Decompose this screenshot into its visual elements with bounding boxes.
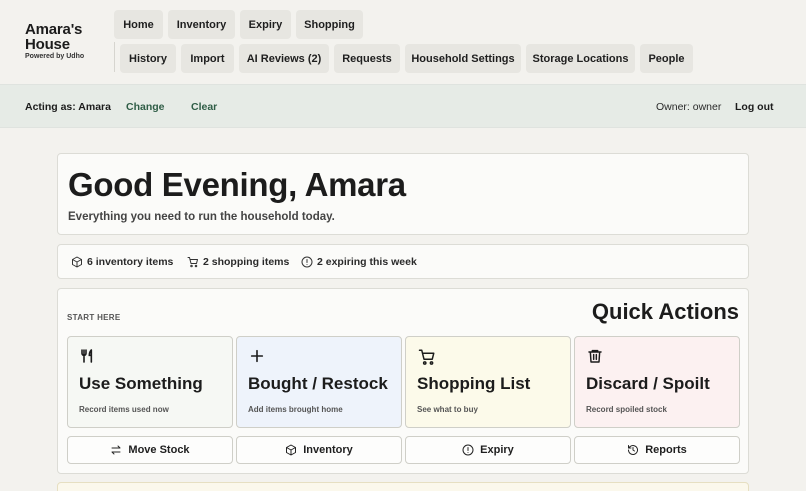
move-stock-label: Move Stock <box>128 444 190 456</box>
stat-expiring[interactable]: 2 expiring this week <box>301 256 417 268</box>
use-something-subtitle: Record items used now <box>79 405 169 414</box>
stat-expiring-text: 2 expiring this week <box>317 256 417 268</box>
shopping-list-tile[interactable]: Shopping List See what to buy <box>405 336 571 428</box>
acting-as-label: Acting as: Amara <box>25 101 111 113</box>
expiry-button-label: Expiry <box>480 444 514 456</box>
utensils-icon <box>81 349 93 363</box>
expiry-button[interactable]: Expiry <box>405 436 571 464</box>
inventory-button-label: Inventory <box>303 444 353 456</box>
cart-icon <box>418 349 435 365</box>
quick-actions-card: START HERE Quick Actions Use Something R… <box>57 288 749 474</box>
brand-logo[interactable]: Amara's House Powered by Udho <box>25 22 111 60</box>
alert-circle-icon <box>301 256 313 268</box>
discard-spoilt-tile[interactable]: Discard / Spoilt Record spoiled stock <box>574 336 740 428</box>
nav-storage-locations[interactable]: Storage Locations <box>526 44 635 73</box>
greeting-subtitle: Everything you need to run the household… <box>68 211 335 223</box>
brand-divider <box>114 42 115 72</box>
owner-label: Owner: owner <box>656 101 722 113</box>
greeting-title: Good Evening, Amara <box>68 166 406 203</box>
nav-home[interactable]: Home <box>114 10 163 39</box>
box-icon <box>286 444 297 456</box>
nav-requests[interactable]: Requests <box>334 44 400 73</box>
quick-actions-title: Quick Actions <box>591 299 739 324</box>
change-link[interactable]: Change <box>126 101 165 113</box>
acting-as-bar: Acting as: Amara Change Clear Owner: own… <box>0 84 806 128</box>
trash-icon <box>588 349 602 363</box>
discard-spoilt-title: Discard / Spoilt <box>586 374 710 393</box>
greeting-card: Good Evening, Amara Everything you need … <box>57 153 749 235</box>
history-icon <box>628 445 639 455</box>
bought-restock-tile[interactable]: Bought / Restock Add items brought home <box>236 336 402 428</box>
start-here-label: START HERE <box>67 313 121 322</box>
nav-import[interactable]: Import <box>181 44 234 73</box>
inventory-button[interactable]: Inventory <box>236 436 402 464</box>
shopping-list-title: Shopping List <box>417 374 531 393</box>
nav-inventory[interactable]: Inventory <box>168 10 235 39</box>
clear-link[interactable]: Clear <box>191 101 217 113</box>
plus-icon <box>250 349 264 363</box>
stat-shopping[interactable]: 2 shopping items <box>187 256 289 268</box>
use-something-tile[interactable]: Use Something Record items used now <box>67 336 233 428</box>
nav-expiry[interactable]: Expiry <box>240 10 291 39</box>
nav-shopping[interactable]: Shopping <box>296 10 363 39</box>
brand-powered-by: Powered by Udho <box>25 53 85 60</box>
brand-name-line2: House <box>25 36 70 53</box>
nav-household-settings[interactable]: Household Settings <box>405 44 521 73</box>
shopping-list-subtitle: See what to buy <box>417 405 478 414</box>
nav-ai-reviews[interactable]: AI Reviews (2) <box>239 44 329 73</box>
use-something-title: Use Something <box>79 374 203 393</box>
bought-restock-subtitle: Add items brought home <box>248 405 343 414</box>
box-icon <box>72 256 82 268</box>
move-stock-button[interactable]: Move Stock <box>67 436 233 464</box>
alert-circle-icon <box>462 444 474 456</box>
stats-card: 6 inventory items 2 shopping items 2 exp… <box>57 244 749 279</box>
stat-shopping-text: 2 shopping items <box>203 256 290 268</box>
transfer-icon <box>111 445 121 455</box>
nav-history[interactable]: History <box>120 44 176 73</box>
top-navigation: Amara's House Powered by Udho Home Inven… <box>0 0 806 84</box>
logout-button[interactable]: Log out <box>735 101 773 113</box>
nav-people[interactable]: People <box>640 44 693 73</box>
stat-inventory-text: 6 inventory items <box>87 256 174 268</box>
stat-inventory[interactable]: 6 inventory items <box>71 256 173 268</box>
next-section-card <box>57 482 749 491</box>
reports-button-label: Reports <box>645 444 687 456</box>
bought-restock-title: Bought / Restock <box>248 374 388 393</box>
cart-icon <box>187 257 198 268</box>
brand-name-line1: Amara's <box>25 21 83 38</box>
reports-button[interactable]: Reports <box>574 436 740 464</box>
discard-spoilt-subtitle: Record spoiled stock <box>586 405 667 414</box>
